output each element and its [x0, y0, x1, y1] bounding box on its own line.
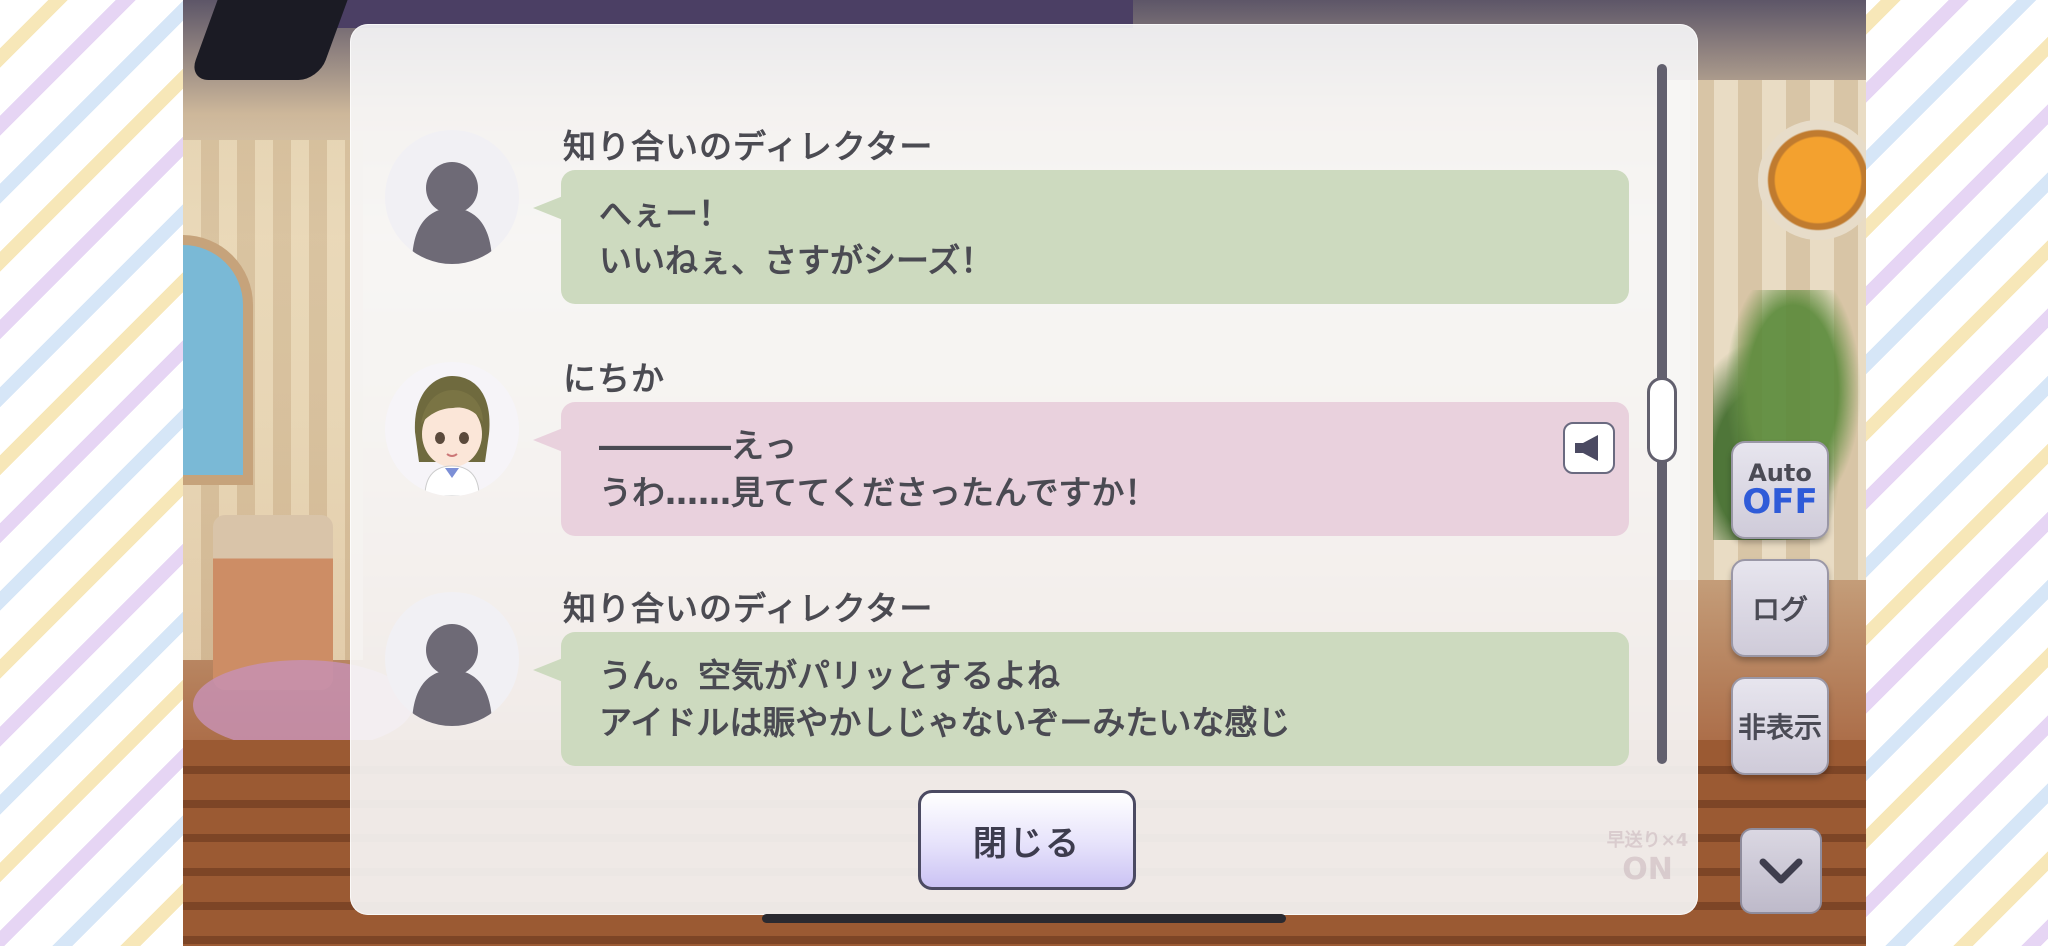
dialogue-bubble: ――――えっ うわ……見ててくださったんですか！ — [533, 402, 1629, 536]
dialogue-line: うわ……見ててくださったんですか！ — [599, 473, 1158, 512]
dialogue-line: ――――えっ — [599, 426, 797, 465]
silhouette-icon — [385, 130, 519, 264]
dialogue-line: うん。空気がパリッとするよね — [599, 656, 1061, 695]
speaker-name: にちか — [563, 359, 665, 398]
scene-sun-decoration — [1758, 120, 1866, 240]
fast-forward-indicator[interactable]: 早送り×4 ON — [1600, 820, 1695, 900]
auto-state: OFF — [1742, 482, 1818, 522]
fast-forward-state: ON — [1622, 852, 1673, 887]
advance-button[interactable] — [1740, 828, 1822, 914]
speaker-name: 知り合いのディレクター — [563, 127, 934, 166]
close-button[interactable]: 閉じる — [918, 790, 1136, 890]
log-panel: 知り合いのディレクター へぇー！ いいねぇ、さすがシーズ！ にちか ――――えっ… — [350, 24, 1698, 915]
speaker-name: 知り合いのディレクター — [563, 589, 934, 628]
speaker-icon — [1575, 435, 1598, 461]
auto-toggle-button[interactable]: Auto OFF — [1731, 441, 1829, 539]
hide-button[interactable]: 非表示 — [1731, 677, 1829, 775]
voice-playback-button[interactable] — [1563, 422, 1615, 474]
silhouette-icon — [385, 592, 519, 726]
log-button[interactable]: ログ — [1731, 559, 1829, 657]
character-portrait — [385, 362, 519, 496]
scene-window — [183, 235, 253, 485]
hide-label: 非表示 — [1737, 711, 1822, 744]
home-indicator[interactable] — [762, 914, 1286, 923]
dialogue-bubble: へぇー！ いいねぇ、さすがシーズ！ — [533, 170, 1629, 304]
dialogue-line: へぇー！ — [599, 194, 731, 233]
chevron-down-icon — [1759, 858, 1803, 884]
stage-light — [188, 0, 348, 80]
log-scrollbar-thumb[interactable] — [1647, 377, 1677, 463]
dialogue-line: いいねぇ、さすがシーズ！ — [599, 241, 994, 280]
log-label: ログ — [1751, 593, 1808, 626]
dialogue-line: アイドルは賑やかしじゃないぞーみたいな感じ — [599, 703, 1291, 742]
fast-forward-label: 早送り×4 — [1606, 830, 1689, 851]
dialogue-bubble: うん。空気がパリッとするよね アイドルは賑やかしじゃないぞーみたいな感じ — [533, 632, 1629, 766]
